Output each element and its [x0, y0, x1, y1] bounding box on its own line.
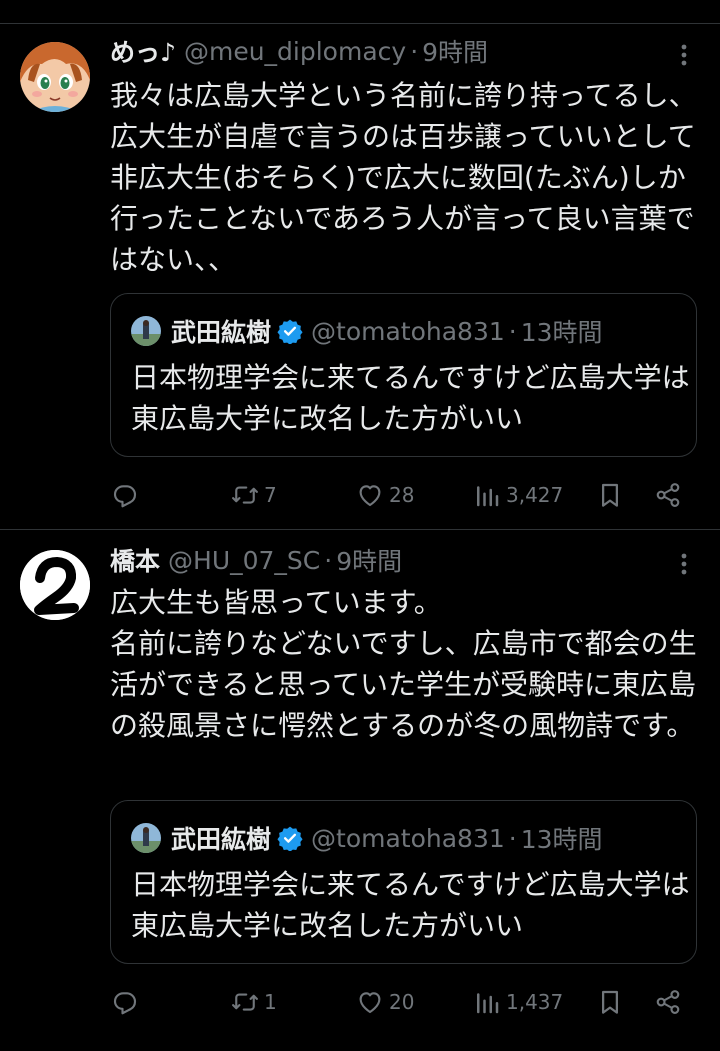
avatar[interactable]: [20, 42, 90, 112]
reply-icon: [113, 485, 137, 508]
quote-tweet[interactable]: 武田紘樹 @tomatoha831 · 13時間 日本物理学会に来てるんですけど…: [110, 800, 697, 964]
like-count: 28: [389, 483, 415, 507]
reply-button[interactable]: [110, 475, 144, 515]
share-button[interactable]: [653, 475, 683, 515]
quote-handle: @tomatoha831: [311, 316, 505, 346]
views-button[interactable]: 1,437: [472, 982, 563, 1022]
like-count: 20: [389, 990, 415, 1014]
share-button[interactable]: [653, 982, 683, 1022]
quote-display-name: 武田紘樹: [171, 825, 272, 854]
more-dots-icon: [681, 553, 687, 575]
display-name[interactable]: 橋本: [110, 542, 160, 578]
like-button[interactable]: 20: [355, 982, 414, 1022]
quote-text: 日本物理学会に来てるんですけど広島大学は東広島大学に改名した方がいい: [131, 361, 690, 435]
quote-header: 武田紘樹 @tomatoha831 · 13時間: [131, 313, 603, 349]
tweet-text: 我々は広島大学という名前に誇り持ってるし、広大生が自虐で言うのは百歩譲っていいと…: [110, 79, 697, 276]
heart-icon: [359, 485, 381, 507]
action-bar: 7 28 3,427: [110, 475, 700, 515]
timestamp[interactable]: 9時間: [336, 542, 402, 578]
quote-timestamp: 13時間: [520, 825, 603, 854]
retweet-count: 7: [264, 483, 277, 507]
action-bar: 1 20 1,437: [110, 982, 700, 1022]
verified-badge-icon: [277, 826, 303, 851]
quote-separator: ·: [508, 316, 517, 346]
quote-handle: @tomatoha831: [311, 823, 505, 853]
bookmark-button[interactable]: [595, 982, 625, 1022]
avatar[interactable]: [20, 550, 90, 620]
more-button[interactable]: [672, 552, 696, 576]
retweet-button[interactable]: 1: [230, 982, 277, 1022]
view-count: 1,437: [506, 990, 564, 1014]
like-button[interactable]: 28: [355, 475, 414, 515]
share-icon: [656, 990, 680, 1014]
bookmark-icon: [602, 483, 618, 507]
retweet-icon: [232, 993, 258, 1011]
bookmark-icon: [602, 990, 618, 1014]
display-name[interactable]: めっ♪: [110, 33, 176, 69]
tweet[interactable]: めっ♪ @meu_diplomacy · 9時間 我々は広島大学という名前に誇り…: [0, 0, 720, 530]
reply-icon: [113, 992, 137, 1015]
handle[interactable]: @HU_07_SC: [168, 546, 320, 575]
timestamp[interactable]: 9時間: [422, 33, 488, 69]
tweet-header: めっ♪ @meu_diplomacy · 9時間: [110, 33, 488, 69]
tweet-text: 広大生も皆思っています。 名前に誇りなどないですし、広島市で都会の生活ができると…: [110, 586, 697, 742]
quote-tweet[interactable]: 武田紘樹 @tomatoha831 · 13時間 日本物理学会に来てるんですけど…: [110, 293, 697, 457]
quote-header: 武田紘樹 @tomatoha831 · 13時間: [131, 820, 603, 856]
tweet-header: 橋本 @HU_07_SC · 9時間: [110, 542, 402, 578]
quote-display-name: 武田紘樹: [171, 318, 272, 347]
views-icon: [477, 993, 499, 1014]
view-count: 3,427: [506, 483, 564, 507]
heart-icon: [359, 992, 381, 1014]
handle[interactable]: @meu_diplomacy: [184, 37, 406, 66]
share-icon: [656, 483, 680, 507]
views-button[interactable]: 3,427: [472, 475, 563, 515]
bookmark-button[interactable]: [595, 475, 625, 515]
quote-avatar: [131, 823, 161, 853]
separator: ·: [410, 36, 419, 66]
more-dots-icon: [681, 44, 687, 66]
quote-separator: ·: [508, 823, 517, 853]
reply-button[interactable]: [110, 982, 144, 1022]
quote-text: 日本物理学会に来てるんですけど広島大学は東広島大学に改名した方がいい: [131, 868, 690, 942]
more-button[interactable]: [672, 43, 696, 67]
views-icon: [477, 486, 499, 507]
tweet[interactable]: 橋本 @HU_07_SC · 9時間 広大生も皆思っています。 名前に誇りなどな…: [0, 530, 720, 1051]
quote-avatar: [131, 316, 161, 346]
retweet-count: 1: [264, 990, 277, 1014]
retweet-icon: [232, 486, 258, 504]
separator: ·: [324, 545, 333, 575]
verified-badge-icon: [277, 319, 303, 344]
quote-timestamp: 13時間: [520, 318, 603, 347]
retweet-button[interactable]: 7: [230, 475, 277, 515]
